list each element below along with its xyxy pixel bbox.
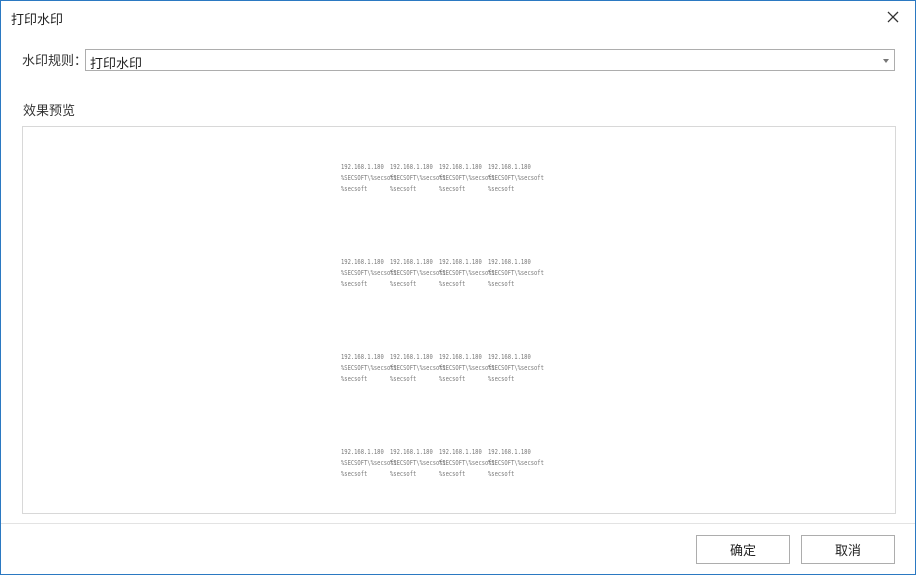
- watermark-tile: 192.168.1.180 %SECSOFT\%secsoft %secsoft: [390, 163, 446, 193]
- footer-divider: [1, 523, 915, 524]
- cancel-button[interactable]: 取消: [801, 535, 895, 564]
- watermark-tile: 192.168.1.180 %SECSOFT\%secsoft %secsoft: [439, 258, 495, 288]
- watermark-tile: 192.168.1.180 %SECSOFT\%secsoft %secsoft: [341, 258, 397, 288]
- watermark-row: 192.168.1.180 %SECSOFT\%secsoft %secsoft 1…: [341, 447, 544, 480]
- watermark-row: 192.168.1.180 %SECSOFT\%secsoft %secsoft 1…: [341, 257, 544, 290]
- watermark-tile: 192.168.1.180 %SECSOFT\%secsoft %secsoft: [390, 448, 446, 478]
- watermark-tile: 192.168.1.180 %SECSOFT\%secsoft %secsoft: [488, 448, 544, 478]
- watermark-rule-select[interactable]: 打印水印: [85, 49, 895, 72]
- watermark-tile: 192.168.1.180 %SECSOFT\%secsoft %secsoft: [341, 353, 397, 383]
- watermark-tile: 192.168.1.180 %SECSOFT\%secsoft %secsoft: [439, 448, 495, 478]
- watermark-rule-label: 水印规则：: [22, 54, 88, 69]
- close-button[interactable]: [881, 5, 905, 29]
- print-watermark-dialog: 打印水印 水印规则： 打印水印 效果预览 192.168.1.180 %SECSO…: [0, 0, 916, 575]
- watermark-preview-panel: 192.168.1.180 %SECSOFT\%secsoft %secsoft 1…: [22, 126, 896, 514]
- dialog-title: 打印水印: [11, 13, 64, 28]
- confirm-button[interactable]: 确定: [696, 535, 790, 564]
- watermark-tile: 192.168.1.180 %SECSOFT\%secsoft %secsoft: [488, 163, 544, 193]
- watermark-row: 192.168.1.180 %SECSOFT\%secsoft %secsoft 1…: [341, 352, 544, 385]
- watermark-tile: 192.168.1.180 %SECSOFT\%secsoft %secsoft: [439, 353, 495, 383]
- watermark-tile: 192.168.1.180 %SECSOFT\%secsoft %secsoft: [390, 353, 446, 383]
- watermark-tile: 192.168.1.180 %SECSOFT\%secsoft %secsoft: [341, 448, 397, 478]
- watermark-tile: 192.168.1.180 %SECSOFT\%secsoft %secsoft: [488, 353, 544, 383]
- watermark-tile: 192.168.1.180 %SECSOFT\%secsoft %secsoft: [488, 258, 544, 288]
- preview-label: 效果预览: [23, 104, 76, 119]
- title-bar: 打印水印: [1, 1, 915, 33]
- close-icon: [887, 11, 899, 23]
- watermark-rule-value: 打印水印: [90, 57, 143, 72]
- watermark-tile: 192.168.1.180 %SECSOFT\%secsoft %secsoft: [341, 163, 397, 193]
- watermark-row: 192.168.1.180 %SECSOFT\%secsoft %secsoft 1…: [341, 162, 544, 195]
- watermark-tile: 192.168.1.180 %SECSOFT\%secsoft %secsoft: [390, 258, 446, 288]
- watermark-tile: 192.168.1.180 %SECSOFT\%secsoft %secsoft: [439, 163, 495, 193]
- chevron-down-icon: [883, 59, 889, 63]
